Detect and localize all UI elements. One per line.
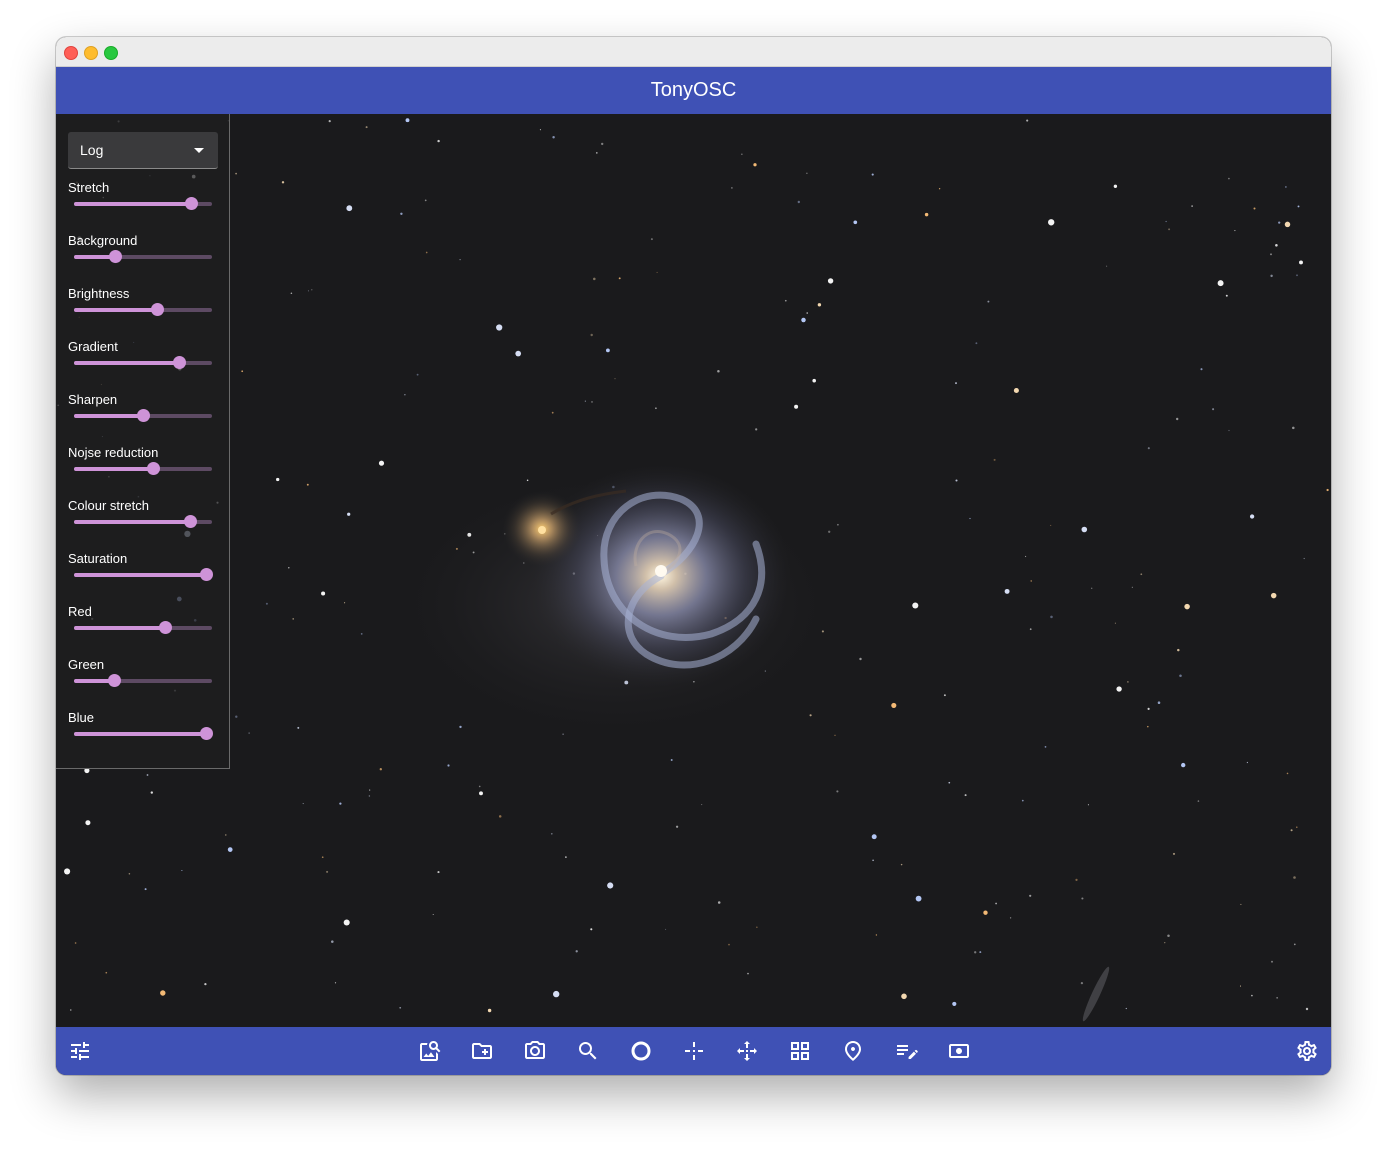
slider-track[interactable] bbox=[74, 727, 214, 740]
camera-icon[interactable] bbox=[523, 1039, 547, 1063]
slider-thumb[interactable] bbox=[183, 515, 197, 528]
list-edit-icon[interactable] bbox=[894, 1039, 918, 1063]
slider-track[interactable] bbox=[74, 621, 212, 634]
galaxy-image bbox=[57, 118, 1329, 1022]
slider-label: Colour stretch bbox=[68, 498, 149, 513]
slider-track[interactable] bbox=[74, 515, 212, 528]
crosshair-icon[interactable] bbox=[682, 1039, 706, 1063]
slider-label: Sharpen bbox=[68, 392, 118, 407]
window-titlebar bbox=[56, 37, 1331, 67]
image-viewport[interactable]: Log Stretch Background Brightness Gradie… bbox=[56, 114, 1331, 1027]
slider-blue: Blue bbox=[68, 710, 218, 750]
slider-thumb[interactable] bbox=[108, 674, 122, 687]
slider-brightness: Brightness bbox=[68, 286, 218, 326]
slider-label: Stretch bbox=[68, 180, 110, 195]
slider-stretch: Stretch bbox=[68, 180, 218, 220]
slider-track[interactable] bbox=[74, 674, 212, 687]
stretch-mode-value: Log bbox=[80, 142, 104, 158]
minimize-window-button[interactable] bbox=[84, 46, 98, 60]
slider-thumb[interactable] bbox=[150, 303, 164, 316]
slider-background: Background bbox=[68, 233, 218, 273]
slider-saturation: Saturation bbox=[68, 551, 218, 591]
app-bar: TonyOSC bbox=[56, 67, 1331, 114]
image-search-icon[interactable] bbox=[418, 1039, 442, 1063]
slider-label: Green bbox=[68, 657, 105, 672]
slider-label: Brightness bbox=[68, 286, 130, 301]
slider-track[interactable] bbox=[74, 568, 214, 581]
slider-track[interactable] bbox=[74, 356, 212, 369]
adjustments-panel: Log Stretch Background Brightness Gradie… bbox=[56, 114, 230, 769]
folder-add-icon[interactable] bbox=[470, 1039, 494, 1063]
slider-label: Background bbox=[68, 233, 138, 248]
slider-red: Red bbox=[68, 604, 218, 644]
slider-label: Red bbox=[68, 604, 92, 619]
slider-thumb[interactable] bbox=[200, 727, 214, 740]
screenshot-icon[interactable] bbox=[947, 1039, 971, 1063]
zoom-window-button[interactable] bbox=[104, 46, 118, 60]
slider-noise-reduction: Nojse reduction bbox=[68, 445, 218, 485]
slider-sharpen: Sharpen bbox=[68, 392, 218, 432]
slider-thumb[interactable] bbox=[137, 409, 150, 422]
bottom-toolbar bbox=[56, 1027, 1331, 1075]
align-icon[interactable] bbox=[735, 1039, 759, 1063]
location-pin-icon[interactable] bbox=[841, 1039, 865, 1063]
slider-thumb[interactable] bbox=[159, 621, 173, 634]
slider-green: Green bbox=[68, 657, 218, 697]
circle-icon[interactable] bbox=[629, 1039, 653, 1063]
grid-icon[interactable] bbox=[788, 1039, 812, 1063]
slider-track[interactable] bbox=[74, 197, 212, 210]
app-title: TonyOSC bbox=[650, 79, 737, 101]
slider-track[interactable] bbox=[74, 462, 212, 475]
slider-label: Blue bbox=[68, 710, 95, 725]
dropdown-arrow-icon bbox=[194, 148, 204, 153]
slider-label: Saturation bbox=[68, 551, 128, 566]
tune-icon[interactable] bbox=[68, 1039, 92, 1063]
close-window-button[interactable] bbox=[64, 46, 78, 60]
slider-label: Gradient bbox=[68, 339, 118, 354]
slider-track[interactable] bbox=[74, 250, 212, 263]
stretch-mode-select[interactable]: Log bbox=[68, 132, 218, 169]
slider-track[interactable] bbox=[74, 409, 212, 422]
slider-colour-stretch: Colour stretch bbox=[68, 498, 218, 538]
slider-track[interactable] bbox=[74, 303, 212, 316]
app-window: TonyOSC Log Stretch Background Brightnes… bbox=[56, 37, 1331, 1075]
settings-gear-icon[interactable] bbox=[1295, 1039, 1319, 1063]
slider-thumb[interactable] bbox=[109, 250, 123, 263]
slider-thumb[interactable] bbox=[146, 462, 160, 475]
slider-thumb[interactable] bbox=[185, 197, 199, 210]
slider-thumb[interactable] bbox=[200, 568, 214, 581]
slider-thumb[interactable] bbox=[172, 356, 186, 369]
slider-label: Nojse reduction bbox=[68, 445, 159, 460]
search-icon[interactable] bbox=[576, 1039, 600, 1063]
slider-gradient: Gradient bbox=[68, 339, 218, 379]
